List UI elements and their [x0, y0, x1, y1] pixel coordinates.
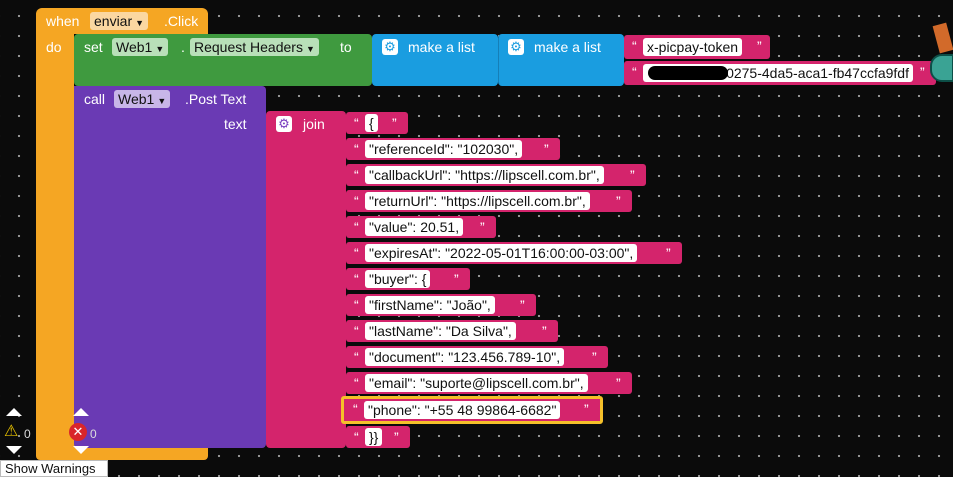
text-value[interactable]: "value": 20.51,: [365, 218, 464, 236]
close-quote: ”: [920, 64, 925, 80]
gear-icon[interactable]: ⚙: [382, 39, 398, 55]
redaction-scribble: [648, 66, 728, 80]
component-dropdown-web1-call[interactable]: Web1 ▼: [114, 90, 171, 108]
text-value[interactable]: "referenceId": "102030",: [365, 140, 523, 158]
text-block-4[interactable]: “ "value": 20.51, ”: [346, 216, 496, 238]
open-quote: “: [353, 401, 358, 417]
close-quote: ”: [454, 271, 459, 287]
open-quote: “: [354, 167, 359, 183]
make-a-list-label: make a list: [408, 39, 475, 55]
call-web1-post-text-block[interactable]: [74, 86, 266, 448]
warning-next-arrow-icon[interactable]: [6, 446, 22, 454]
header-key-value[interactable]: x-picpay-token: [643, 38, 743, 56]
chevron-down-icon: ▼: [155, 44, 165, 54]
text-block-5[interactable]: “ "expiresAt": "2022-05-01T16:00:00-03:0…: [346, 242, 682, 264]
open-quote: “: [354, 271, 359, 287]
to-label: to: [340, 39, 352, 55]
close-quote: ”: [616, 193, 621, 209]
error-icon: ✕: [69, 423, 87, 441]
text-value[interactable]: "email": "suporte@lipscell.com.br",: [365, 374, 588, 392]
text-value[interactable]: "callbackUrl": "https://lipscell.com.br"…: [365, 166, 604, 184]
text-block-7[interactable]: “ "firstName": "João", ”: [346, 294, 536, 316]
do-label: do: [46, 39, 62, 55]
text-block-header-token[interactable]: “ 0275-4da5-aca1-fb47ccfa9fdf ”: [624, 61, 936, 85]
method-name: .Post Text: [185, 91, 247, 107]
join-label: join: [303, 116, 325, 132]
text-value[interactable]: "buyer": {: [365, 270, 431, 288]
event-name: .Click: [164, 13, 199, 29]
close-quote: ”: [520, 297, 525, 313]
gear-icon[interactable]: ⚙: [508, 39, 524, 55]
open-quote: “: [354, 115, 359, 131]
text-block-11-selected[interactable]: “ "phone": "+55 48 99864-6682" ”: [341, 396, 603, 424]
text-block-2[interactable]: “ "callbackUrl": "https://lipscell.com.b…: [346, 164, 646, 186]
text-block-header-key[interactable]: “ x-picpay-token ”: [624, 35, 770, 59]
open-quote: “: [632, 64, 637, 80]
text-value[interactable]: "phone": "+55 48 99864-6682": [364, 401, 561, 419]
close-quote: ”: [757, 38, 762, 54]
text-socket-label: text: [224, 116, 247, 132]
warning-count: 0: [24, 427, 31, 441]
close-quote: ”: [544, 141, 549, 157]
property-dropdown-request-headers[interactable]: Request Headers ▼: [190, 38, 319, 56]
warning-prev-arrow-icon[interactable]: [6, 408, 22, 416]
open-quote: “: [354, 323, 359, 339]
close-quote: ”: [584, 401, 589, 417]
error-prev-arrow-icon[interactable]: [73, 408, 89, 416]
chevron-down-icon: ▼: [305, 44, 315, 54]
text-block-1[interactable]: “ "referenceId": "102030", ”: [346, 138, 560, 160]
text-value[interactable]: "expiresAt": "2022-05-01T16:00:00-03:00"…: [365, 244, 638, 262]
text-value[interactable]: }}: [365, 428, 383, 446]
close-quote: ”: [394, 429, 399, 445]
trash-can-icon[interactable]: [928, 22, 953, 86]
error-count: 0: [90, 427, 97, 441]
component-dropdown-web1[interactable]: Web1 ▼: [112, 38, 169, 56]
text-block-0[interactable]: “ { ”: [346, 112, 408, 134]
join-block[interactable]: [266, 111, 346, 448]
text-value[interactable]: "firstName": "João",: [365, 296, 495, 314]
text-value[interactable]: "lastName": "Da Silva",: [365, 322, 516, 340]
component-dropdown-enviar[interactable]: enviar ▼: [90, 12, 149, 30]
text-block-6[interactable]: “ "buyer": { ”: [346, 268, 470, 290]
close-quote: ”: [630, 167, 635, 183]
text-value[interactable]: "returnUrl": "https://lipscell.com.br",: [365, 192, 590, 210]
open-quote: “: [354, 429, 359, 445]
close-quote: ”: [392, 115, 397, 131]
close-quote: ”: [592, 349, 597, 365]
when-label: when: [46, 13, 80, 29]
open-quote: “: [632, 38, 637, 54]
close-quote: ”: [480, 219, 485, 235]
call-label: call: [84, 91, 106, 107]
text-value[interactable]: {: [365, 114, 378, 132]
close-quote: ”: [542, 323, 547, 339]
open-quote: “: [354, 245, 359, 261]
text-block-10[interactable]: “ "email": "suporte@lipscell.com.br", ”: [346, 372, 632, 394]
open-quote: “: [354, 141, 359, 157]
text-block-3[interactable]: “ "returnUrl": "https://lipscell.com.br"…: [346, 190, 632, 212]
chevron-down-icon: ▼: [157, 96, 167, 106]
open-quote: “: [354, 193, 359, 209]
gear-icon[interactable]: ⚙: [276, 116, 292, 132]
open-quote: “: [354, 375, 359, 391]
open-quote: “: [354, 297, 359, 313]
warning-icon: ⚠: [4, 423, 19, 440]
dot-separator: .: [181, 39, 185, 55]
show-warnings-button[interactable]: Show Warnings: [0, 460, 108, 477]
text-block-9[interactable]: “ "document": "123.456.789-10", ”: [346, 346, 608, 368]
text-value[interactable]: "document": "123.456.789-10",: [365, 348, 565, 366]
error-next-arrow-icon[interactable]: [73, 446, 89, 454]
text-block-12[interactable]: “ }} ”: [346, 426, 410, 448]
close-quote: ”: [666, 245, 671, 261]
open-quote: “: [354, 219, 359, 235]
open-quote: “: [354, 349, 359, 365]
close-quote: ”: [616, 375, 621, 391]
text-block-8[interactable]: “ "lastName": "Da Silva", ”: [346, 320, 558, 342]
chevron-down-icon: ▼: [135, 18, 145, 28]
make-a-list-label: make a list: [534, 39, 601, 55]
set-label: set: [84, 39, 103, 55]
